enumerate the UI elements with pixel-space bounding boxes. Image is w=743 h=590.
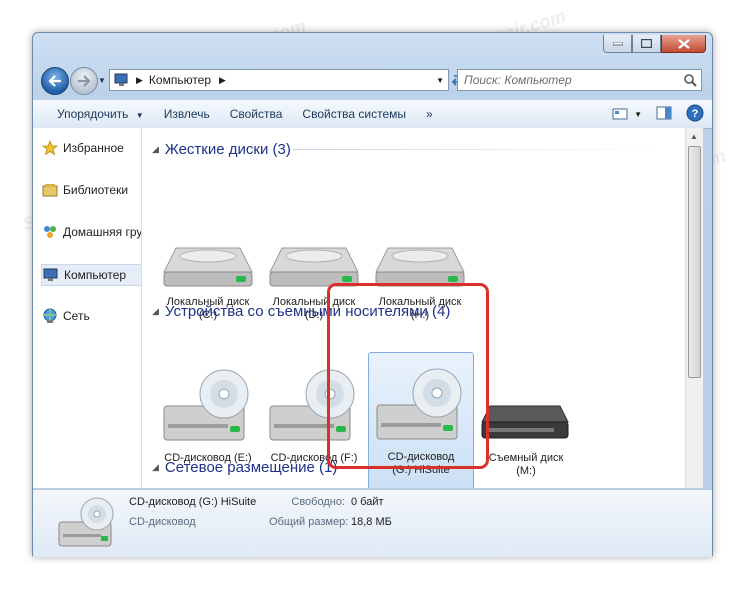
search-icon [684,74,697,87]
details-name: CD-дисковод (G:) HiSuite [129,496,257,508]
cd-drive-icon [269,369,355,441]
group-divider [292,149,672,150]
breadcrumb-separator-icon: ▶ [136,74,143,85]
cd-drive-icon [58,497,114,547]
star-icon [41,139,59,157]
forward-button[interactable] [70,67,98,95]
nav-item-libraries[interactable]: Библиотеки [41,180,128,200]
more-commands-button[interactable]: » [416,100,443,128]
content-pane: ◢ Жесткие диски (3) Локальный диск (C:) … [142,128,685,488]
eject-button[interactable]: Извлечь [154,100,220,128]
nav-item-homegroup[interactable]: Домашняя группа [41,222,142,242]
views-button[interactable]: ▼ [612,108,642,120]
network-icon [41,307,59,325]
computer-icon [42,266,60,284]
command-bar: Упорядочить ▼ Извлечь Свойства Свойства … [33,99,712,129]
cd-drive-icon [376,368,462,440]
cd-drive-icon [163,369,249,441]
details-free-value: 0 байт [351,496,384,508]
svg-text:?: ? [692,108,699,120]
group-header-hard-disks[interactable]: ◢ Жесткие диски (3) [152,138,291,160]
details-total-value: 18,8 МБ [351,516,392,528]
nav-item-label: Сеть [63,309,90,323]
hard-disk-icon [163,247,253,287]
hard-disk-icon [375,247,465,287]
drive-letter: (M:) [516,465,536,477]
back-arrow-icon [48,75,61,87]
nav-item-computer[interactable]: Компьютер [41,264,141,286]
organize-label: Упорядочить [57,107,129,121]
preview-pane-icon [656,106,672,119]
details-pane: CD-дисковод (G:) HiSuite CD-дисковод Сво… [33,489,712,557]
close-button[interactable] [661,35,706,53]
maximize-button[interactable] [632,35,661,53]
details-type: CD-дисковод [129,516,196,528]
forward-arrow-icon [78,75,91,87]
nav-item-label: Избранное [63,141,124,155]
maximize-icon [641,39,652,48]
collapse-icon: ◢ [152,461,159,472]
drive-label: Съемный диск [488,452,564,464]
preview-pane-button[interactable] [656,106,672,123]
caption-buttons [603,35,706,53]
collapse-icon: ◢ [152,305,159,316]
close-icon [677,38,690,49]
nav-item-favorites[interactable]: Избранное [41,138,124,158]
nav-item-label: Домашняя группа [63,225,142,239]
navigation-pane: Избранное Библиотеки Домашняя группа Ком… [33,128,142,488]
details-free-label: Свободно: [291,496,345,508]
search-input[interactable]: Поиск: Компьютер [457,69,702,91]
chevron-down-icon: ▼ [634,109,642,119]
breadcrumb[interactable]: Компьютер [149,73,211,87]
group-title: Устройства со съемными носителями (4) [164,302,451,320]
nav-item-network[interactable]: Сеть [41,306,90,326]
recent-pages-icon[interactable]: ▼ [98,76,106,85]
collapse-icon: ◢ [152,143,159,154]
chevron-down-icon: ▼ [135,111,144,120]
details-total-label: Общий размер: [269,516,349,528]
removable-disk-icon [481,405,569,439]
minimize-icon [612,41,623,45]
hard-disk-icon [269,247,359,287]
address-bar[interactable]: ▶ Компьютер ▶ ▼ [109,69,449,91]
drive-f[interactable]: CD-дисковод (F:) [262,366,366,465]
nav-item-label: Компьютер [64,268,127,282]
view-options-icon [612,108,628,120]
help-icon: ? [686,104,704,121]
group-header-network[interactable]: ◢ Сетевое размещение (1) [152,456,337,478]
system-properties-button[interactable]: Свойства системы [292,100,416,128]
scroll-up-icon[interactable]: ▲ [690,132,698,141]
group-title: Сетевое размещение (1) [164,458,338,476]
drive-e[interactable]: CD-дисковод (E:) [156,366,260,465]
drive-letter: (G:) HiSuite [392,464,450,476]
scroll-thumb[interactable] [688,146,701,378]
homegroup-icon [41,223,59,241]
organize-button[interactable]: Упорядочить ▼ [33,100,154,128]
properties-button[interactable]: Свойства [220,100,293,128]
computer-icon [114,73,128,86]
help-button[interactable]: ? [686,104,704,125]
search-placeholder: Поиск: Компьютер [464,73,572,87]
address-row: ▼ ▶ Компьютер ▶ ▼ Поиск: Компьютер [33,67,712,95]
back-button[interactable] [41,67,69,95]
library-icon [41,181,59,199]
address-dropdown-icon[interactable]: ▼ [436,76,444,85]
nav-item-label: Библиотеки [63,183,129,197]
drive-label: CD-дисковод [387,451,455,463]
breadcrumb-separator-icon[interactable]: ▶ [219,75,226,86]
group-title: Жесткие диски (3) [164,140,291,158]
drive-m[interactable]: Съемный диск (M:) [474,366,578,478]
drive-g[interactable]: CD-дисковод (G:) HiSuite [368,352,474,488]
vertical-scrollbar[interactable]: ▲ [685,128,703,488]
minimize-button[interactable] [603,35,632,53]
group-header-removable[interactable]: ◢ Устройства со съемными носителями (4) [152,300,450,322]
explorer-window: ▼ ▶ Компьютер ▶ ▼ Поиск: Компьютер Упоря… [32,32,713,557]
